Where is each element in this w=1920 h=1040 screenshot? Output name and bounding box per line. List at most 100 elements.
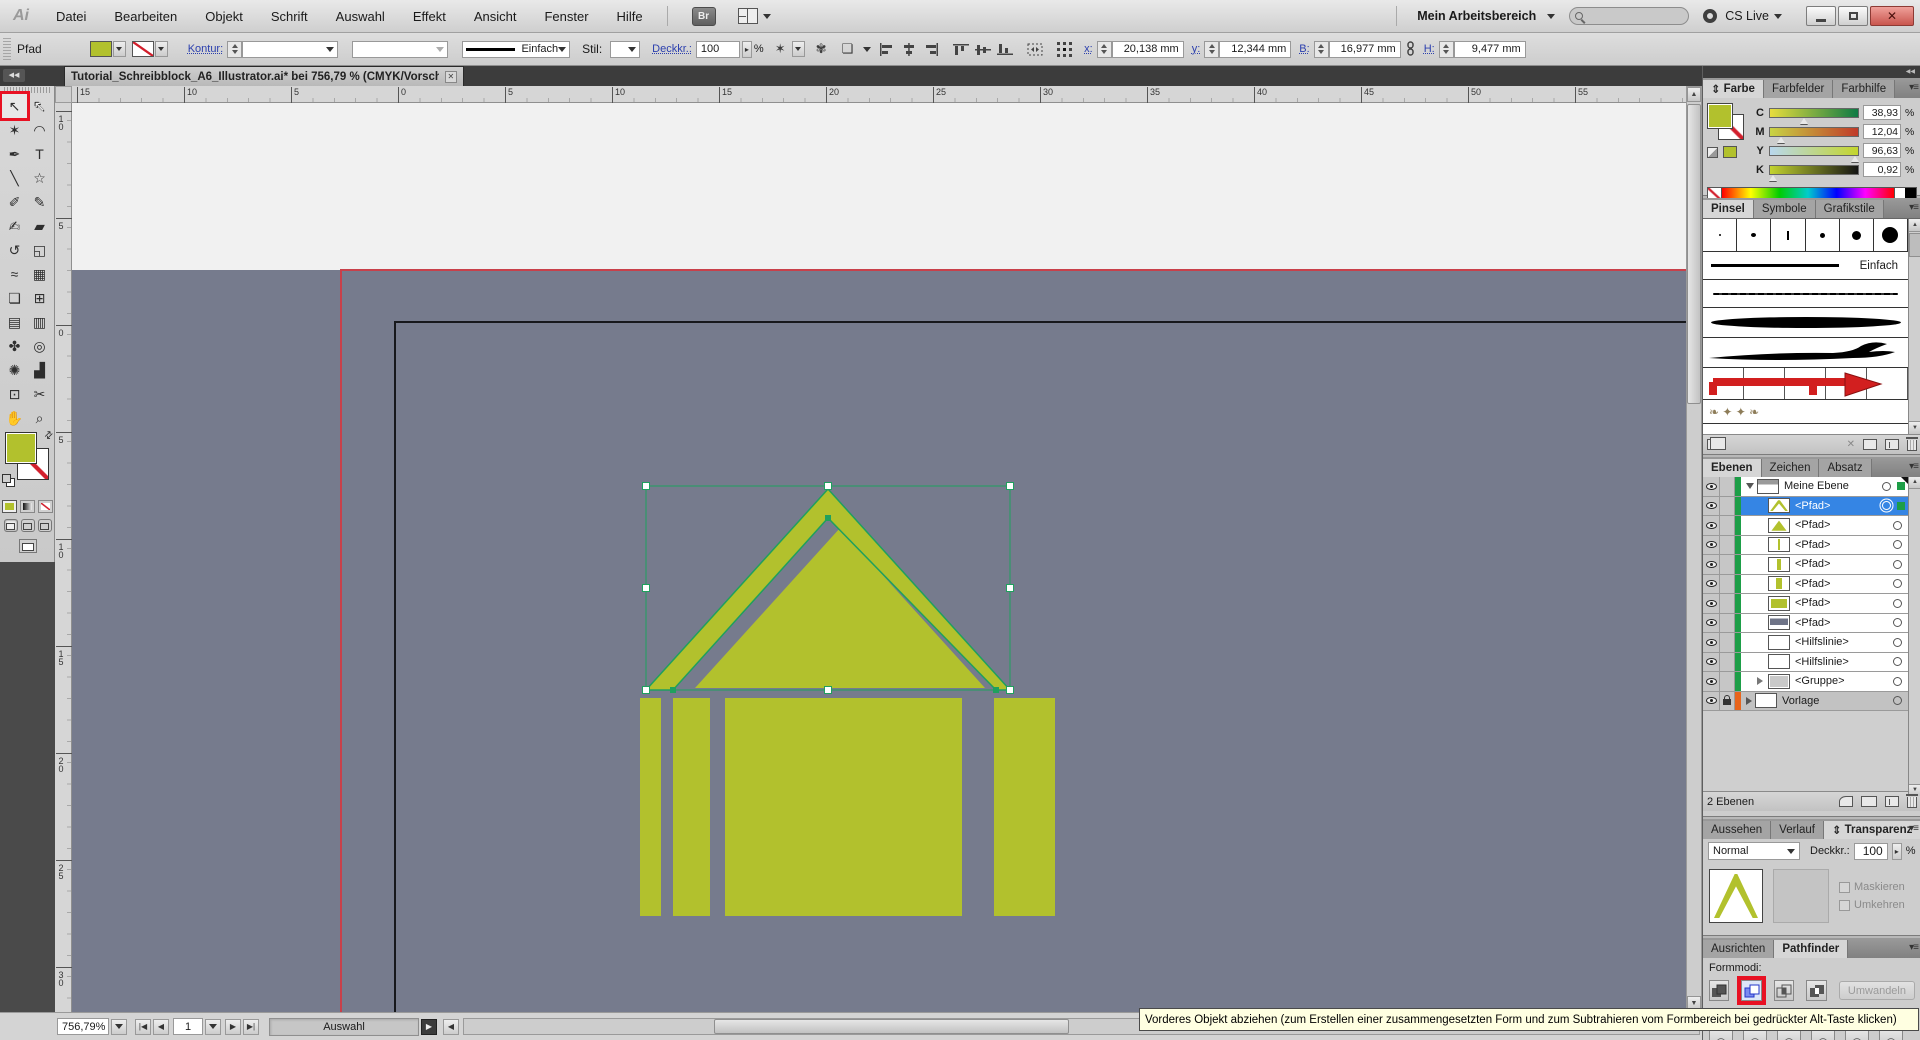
- visibility-toggle[interactable]: [1703, 672, 1720, 691]
- blend-mode-combo[interactable]: Normal: [1708, 842, 1800, 860]
- opacity-spinner[interactable]: ▸: [742, 41, 752, 58]
- target-circle-icon[interactable]: [1882, 482, 1891, 491]
- mesh-tool[interactable]: ▤: [2, 310, 27, 334]
- reference-point-icon[interactable]: [1057, 42, 1072, 57]
- layer-name[interactable]: Vorlage: [1782, 695, 1893, 707]
- target-circle-icon[interactable]: [1893, 657, 1902, 666]
- new-sublayer-icon[interactable]: [1861, 796, 1877, 807]
- opacity-value[interactable]: 100: [696, 41, 740, 58]
- tab-grafikstile[interactable]: Grafikstile: [1816, 200, 1884, 218]
- search-input[interactable]: [1569, 7, 1689, 25]
- layer-row[interactable]: <Pfad>: [1703, 516, 1908, 536]
- align-right-icon[interactable]: [923, 43, 939, 56]
- ornament-pattern-brush-row[interactable]: ❧ ✦ ✦ ❧: [1703, 400, 1908, 424]
- panel-menu-icon[interactable]: ▾≡: [1909, 461, 1918, 472]
- cs-live-button[interactable]: CS Live: [1725, 9, 1769, 23]
- free-transform-tool[interactable]: ▦: [27, 262, 52, 286]
- menu-item[interactable]: Ansicht: [460, 9, 531, 24]
- brush-item[interactable]: [1771, 219, 1805, 251]
- type-tool[interactable]: T: [27, 142, 52, 166]
- close-tab-icon[interactable]: ✕: [445, 71, 457, 83]
- selection-indicator[interactable]: [1897, 482, 1905, 490]
- intersect-button[interactable]: [1774, 980, 1794, 1001]
- slider-handle[interactable]: [1769, 175, 1777, 181]
- lock-toggle[interactable]: [1720, 653, 1735, 672]
- x-value[interactable]: 20,138 mm: [1112, 41, 1184, 58]
- align-center-icon[interactable]: [901, 43, 917, 56]
- tab-zeichen[interactable]: Zeichen: [1762, 459, 1820, 477]
- swap-fill-stroke-icon[interactable]: ⇄: [42, 429, 56, 443]
- workspace-switcher[interactable]: Mein Arbeitsbereich: [1417, 9, 1536, 23]
- previous-artboard-button[interactable]: ◀: [153, 1019, 169, 1035]
- panel-menu-icon[interactable]: ▾≡: [1909, 202, 1918, 213]
- menu-item[interactable]: Fenster: [530, 9, 602, 24]
- delete-brush-icon[interactable]: [1907, 440, 1917, 451]
- target-circle-icon[interactable]: [1893, 677, 1902, 686]
- slider-handle[interactable]: [1851, 156, 1859, 162]
- house-bar-left2[interactable]: [673, 698, 710, 916]
- scrollbar-thumb[interactable]: [714, 1019, 1069, 1034]
- layer-row[interactable]: <Pfad>: [1703, 614, 1908, 634]
- tab-farbe[interactable]: ⇕Farbe: [1703, 80, 1764, 98]
- menu-item[interactable]: Effekt: [399, 9, 460, 24]
- brush-item[interactable]: [1806, 219, 1840, 251]
- layer-row[interactable]: <Pfad>: [1703, 536, 1908, 556]
- target-circle-icon[interactable]: [1893, 696, 1902, 705]
- lock-toggle[interactable]: [1720, 555, 1735, 574]
- zoom-level-field[interactable]: 756,79%: [57, 1018, 109, 1035]
- tab-ausrichten[interactable]: Ausrichten: [1703, 940, 1774, 958]
- shape-builder-tool[interactable]: ❏: [2, 286, 27, 310]
- slice-tool[interactable]: ✂: [27, 382, 52, 406]
- stroke-weight-link[interactable]: Kontur:: [188, 43, 223, 55]
- layer-row[interactable]: <Pfad>: [1703, 575, 1908, 595]
- lock-toggle[interactable]: [1720, 536, 1735, 555]
- height-value[interactable]: 9,477 mm: [1454, 41, 1526, 58]
- menu-item[interactable]: Auswahl: [322, 9, 399, 24]
- minus-front-button[interactable]: [1741, 980, 1761, 1001]
- stroke-color-swatch[interactable]: [132, 41, 154, 57]
- x-stepper[interactable]: [1097, 41, 1112, 58]
- basic-brush-row[interactable]: Einfach: [1703, 252, 1908, 280]
- width-stepper[interactable]: [1314, 41, 1329, 58]
- minimize-button[interactable]: [1806, 6, 1836, 26]
- brush-definition-combo[interactable]: Einfach: [462, 41, 570, 58]
- document-tab[interactable]: Tutorial_Schreibblock_A6_Illustrator.ai*…: [64, 66, 464, 86]
- menu-item[interactable]: Schrift: [257, 9, 322, 24]
- brush-item[interactable]: [1874, 219, 1908, 251]
- layer-name[interactable]: <Pfad>: [1795, 519, 1893, 531]
- tab-pathfinder[interactable]: Pathfinder: [1774, 940, 1848, 958]
- out-of-gamut-icon[interactable]: [1707, 147, 1718, 158]
- direct-selection-tool[interactable]: ↖: [27, 94, 52, 118]
- align-top-icon[interactable]: [953, 43, 969, 56]
- pencil-tool[interactable]: ✎: [27, 190, 52, 214]
- first-artboard-button[interactable]: |◀: [135, 1019, 151, 1035]
- house-bar-right[interactable]: [994, 698, 1055, 916]
- collapse-dock-icon[interactable]: ◀◀: [1906, 69, 1915, 75]
- align-bottom-icon[interactable]: [997, 43, 1013, 56]
- new-layer-icon[interactable]: [1885, 796, 1899, 807]
- select-similar-icon[interactable]: ✶: [775, 41, 786, 57]
- gradient-button[interactable]: [20, 500, 35, 513]
- draw-normal-button[interactable]: [4, 519, 18, 532]
- height-link[interactable]: H:: [1424, 43, 1435, 55]
- last-artboard-button[interactable]: ▶|: [243, 1019, 259, 1035]
- brush-list-scrollbar[interactable]: ▲ ▼: [1908, 219, 1920, 434]
- menu-item[interactable]: Hilfe: [603, 9, 657, 24]
- target-circle-icon[interactable]: [1882, 501, 1891, 510]
- selection-indicator[interactable]: [1897, 502, 1905, 510]
- draw-behind-button[interactable]: [21, 519, 35, 532]
- visibility-toggle[interactable]: [1703, 575, 1720, 594]
- opacity-link[interactable]: Deckkr.:: [652, 43, 692, 55]
- exclude-button[interactable]: [1806, 980, 1826, 1001]
- vertical-ruler[interactable]: 105051015202530: [55, 103, 72, 1012]
- pen-tool[interactable]: ✒: [2, 142, 27, 166]
- vertical-scrollbar[interactable]: ▲ ▼: [1686, 86, 1702, 1012]
- gradient-tool[interactable]: ▥: [27, 310, 52, 334]
- status-menu-icon[interactable]: ▶: [421, 1019, 437, 1035]
- lock-toggle[interactable]: [1720, 633, 1735, 652]
- align-to-icon[interactable]: ❏: [842, 41, 854, 57]
- lasso-tool[interactable]: ◠: [27, 118, 52, 142]
- artboard-tool[interactable]: ⊡: [2, 382, 27, 406]
- tab-pinsel[interactable]: Pinsel: [1703, 200, 1754, 218]
- magic-wand-tool[interactable]: ✶: [2, 118, 27, 142]
